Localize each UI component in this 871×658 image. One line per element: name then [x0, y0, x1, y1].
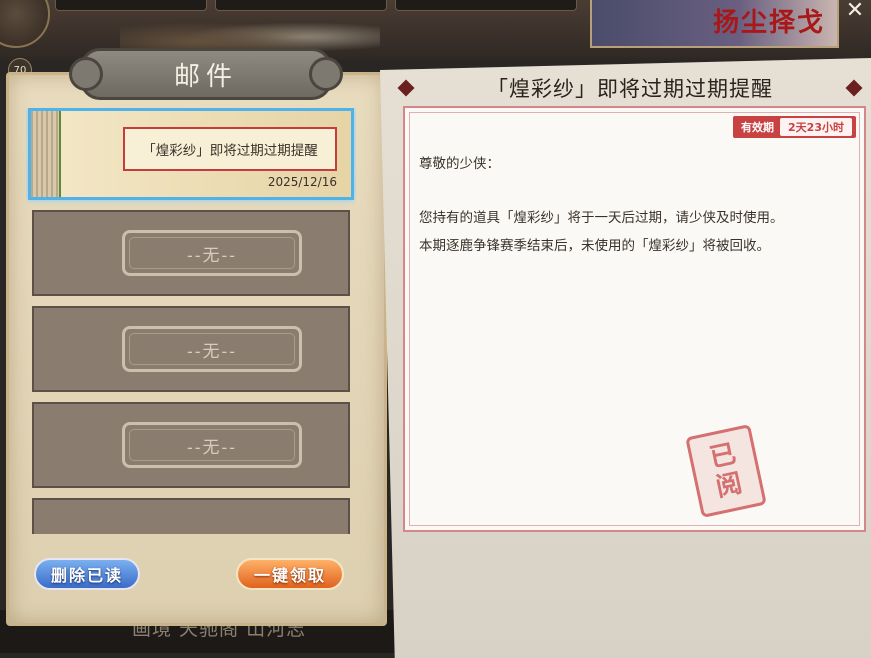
letter-line: 您持有的道具「煌彩纱」将于一天后过期，请少侠及时使用。 — [419, 210, 784, 226]
mail-item-empty[interactable]: --无-- — [32, 210, 350, 296]
mail-item-date: 2025/12/16 — [267, 175, 337, 189]
mail-item-empty[interactable]: --无-- — [32, 306, 350, 392]
mail-detail-title: 「煌彩纱」即将过期过期提醒 — [487, 77, 773, 101]
resource-slot — [55, 0, 207, 11]
event-banner[interactable]: 扬尘择戈 — [590, 0, 839, 48]
validity-badge: 有效期 2天23小时 — [733, 116, 856, 138]
mail-item-subject: 「煌彩纱」即将过期过期提醒 — [123, 127, 337, 171]
read-stamp-char: 阅 — [713, 468, 745, 504]
read-stamp: 已 阅 — [685, 424, 767, 518]
resource-slot — [395, 0, 577, 11]
envelope-icon — [31, 111, 61, 197]
close-icon[interactable]: ✕ — [842, 0, 868, 22]
letter-body[interactable]: 有效期 2天23小时 尊敬的少侠： 您持有的道具「煌彩纱」将于一天后过期，请少侠… — [403, 106, 866, 532]
empty-slot-label: --无-- — [122, 326, 302, 372]
event-banner-text: 扬尘择戈 — [712, 8, 825, 38]
mail-panel-header: 邮件 — [69, 48, 343, 100]
mail-detail-header: 「煌彩纱」即将过期过期提醒 — [397, 70, 863, 106]
mail-list[interactable]: 「煌彩纱」即将过期过期提醒 2025/12/16 --无-- --无-- --无… — [26, 108, 356, 534]
diamond-icon — [845, 79, 863, 97]
mail-item-empty[interactable]: --无-- — [32, 402, 350, 488]
validity-value: 2天23小时 — [780, 118, 852, 136]
claim-all-button[interactable]: 一键领取 — [236, 558, 344, 590]
empty-slot-label: --无-- — [122, 422, 302, 468]
letter-greeting: 尊敬的少侠： — [419, 156, 500, 172]
delete-read-button[interactable]: 删除已读 — [34, 558, 140, 590]
resource-slot — [215, 0, 387, 11]
validity-label: 有效期 — [741, 121, 775, 134]
mail-item-partial[interactable] — [32, 498, 350, 534]
letter-line: 本期逐鹿争锋赛季结束后，未使用的「煌彩纱」将被回收。 — [419, 238, 770, 254]
mail-item-selected[interactable]: 「煌彩纱」即将过期过期提醒 2025/12/16 — [28, 108, 354, 200]
diamond-icon — [397, 79, 415, 97]
empty-slot-label: --无-- — [122, 230, 302, 276]
mail-panel-title: 邮件 — [173, 61, 238, 92]
